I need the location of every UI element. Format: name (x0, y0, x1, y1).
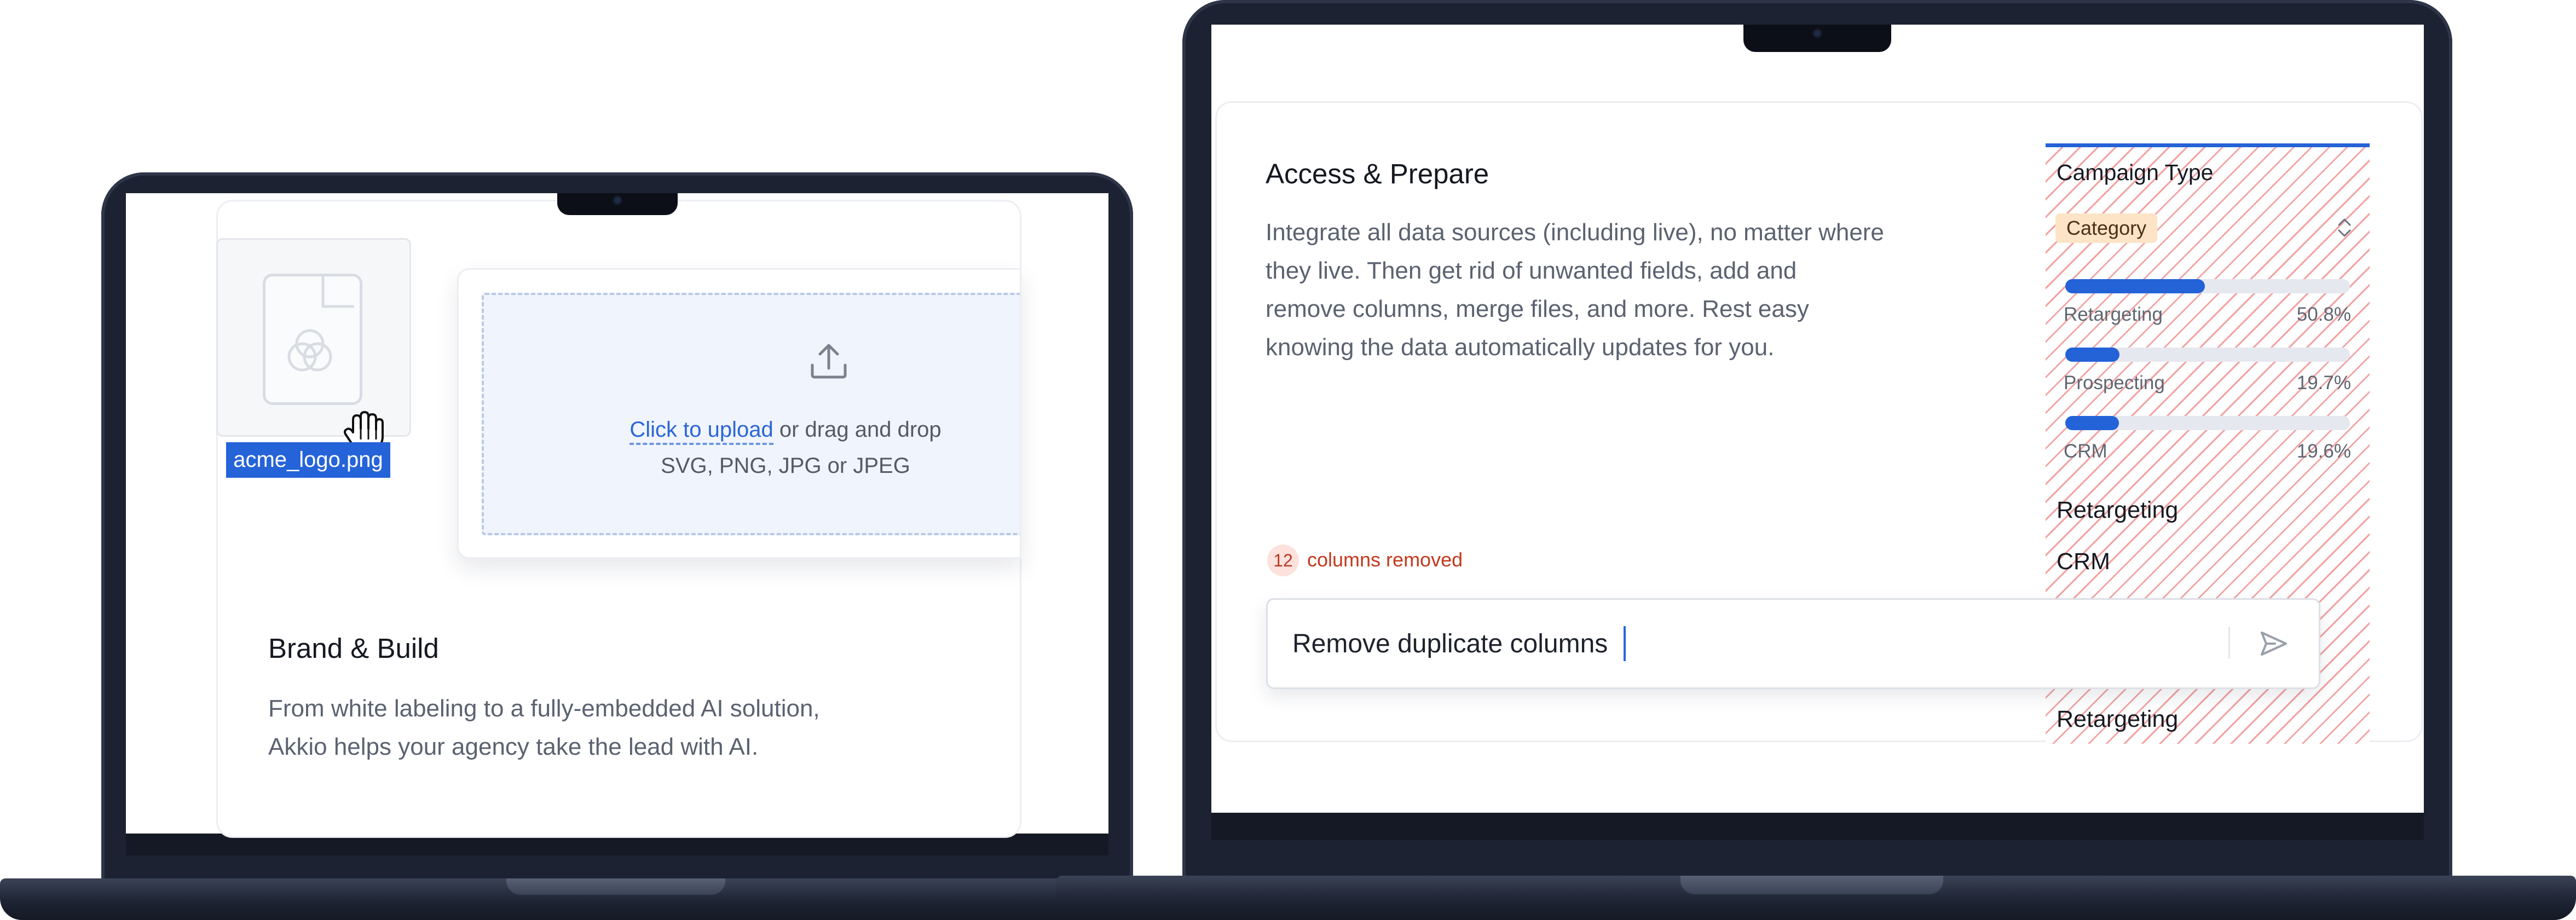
right-laptop-camera (1814, 30, 1821, 37)
prompt-divider (2228, 627, 2230, 659)
campaign-type-title: Campaign Type (2057, 160, 2214, 185)
click-to-upload-link[interactable]: Click to upload (629, 418, 773, 445)
bar-track-retargeting (2065, 279, 2350, 293)
right-laptop-notch (1743, 25, 1891, 52)
upload-card (457, 268, 1021, 559)
selected-file-name: acme_logo.png (226, 442, 390, 478)
bar-fill-retargeting (2065, 279, 2205, 293)
category-chip[interactable]: Category (2055, 213, 2158, 243)
upload-instructions: Click to upload or drag and drop SVG, PN… (547, 416, 1024, 479)
bar-fill-prospecting (2065, 348, 2119, 362)
upload-dropzone[interactable] (482, 293, 1020, 535)
upload-icon (807, 339, 851, 383)
panel-item-retargeting[interactable]: Retargeting (2057, 497, 2178, 524)
right-laptop-trackpad-groove (1680, 876, 1943, 894)
access-prepare-body-line4: knowing the data automatically updates f… (1266, 334, 1775, 361)
send-icon[interactable] (2259, 628, 2289, 659)
prompt-input[interactable] (1292, 624, 2196, 663)
access-prepare-body: Integrate all data sources (including li… (1266, 213, 2005, 367)
panel-item-crm[interactable]: CRM (2057, 548, 2110, 575)
bar-pct-prospecting: 19.7% (2296, 372, 2351, 394)
columns-removed-label: columns removed (1307, 548, 1463, 571)
text-caret (1624, 626, 1626, 661)
bar-track-prospecting (2065, 348, 2350, 362)
brand-build-body-line1: From white labeling to a fully-embedded … (268, 695, 820, 722)
access-prepare-body-line1: Integrate all data sources (including li… (1266, 219, 1884, 246)
removed-count-badge: 12 (1267, 545, 1299, 576)
right-laptop-chin (1211, 813, 2424, 840)
brand-build-body-line2: Akkio helps your agency take the lead wi… (268, 733, 759, 760)
left-laptop-trackpad-groove (506, 878, 725, 895)
panel-item-retargeting-2[interactable]: Retargeting (2057, 706, 2178, 733)
left-laptop-camera (614, 197, 621, 204)
bar-label-retargeting: Retargeting (2064, 304, 2163, 325)
access-prepare-title: Access & Prepare (1266, 158, 1489, 189)
left-laptop-notch (557, 193, 678, 215)
access-prepare-body-line2: they live. Then get rid of unwanted fiel… (1266, 257, 1797, 284)
bar-label-prospecting: Prospecting (2064, 372, 2165, 394)
prompt-box (1266, 598, 2320, 689)
bar-track-crm (2065, 416, 2350, 430)
upload-formats: SVG, PNG, JPG or JPEG (661, 454, 910, 478)
upload-rest-text: or drag and drop (773, 418, 942, 442)
bar-label-crm: CRM (2064, 441, 2107, 462)
bar-pct-retargeting: 50.8% (2296, 304, 2351, 325)
access-prepare-body-line3: remove columns, merge files, and more. R… (1266, 296, 1809, 322)
brand-build-body: From white labeling to a fully-embedded … (268, 690, 980, 766)
bar-fill-crm (2065, 416, 2119, 430)
chevron-up-down-icon[interactable] (2336, 215, 2353, 240)
bar-pct-crm: 19.6% (2296, 441, 2351, 462)
brand-build-title: Brand & Build (268, 633, 439, 664)
file-image-icon (263, 274, 362, 405)
